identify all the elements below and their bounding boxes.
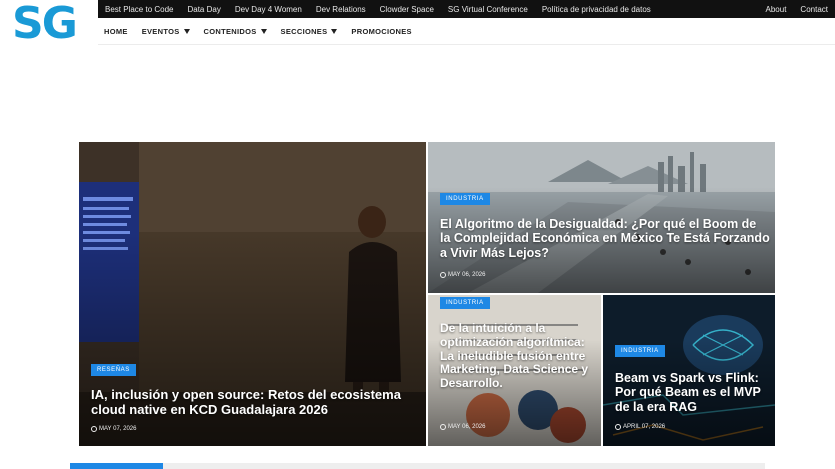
clock-icon bbox=[615, 424, 621, 430]
featured-post-2[interactable]: INDUSTRIA El Algoritmo de la Desigualdad… bbox=[428, 142, 775, 293]
post-date-text: APRIL 07, 2026 bbox=[623, 424, 666, 430]
post-title[interactable]: El Algoritmo de la Desigualdad: ¿Por qué… bbox=[440, 217, 770, 260]
category-badge[interactable]: INDUSTRIA bbox=[615, 345, 665, 357]
category-badge[interactable]: INDUSTRIA bbox=[440, 193, 490, 205]
post-date: MAY 06, 2026 bbox=[440, 424, 485, 430]
chevron-down-icon bbox=[331, 29, 338, 34]
top-bar: Best Place to Code Data Day Dev Day 4 Wo… bbox=[98, 0, 835, 18]
nav-promociones-label: PROMOCIONES bbox=[351, 26, 412, 36]
clock-icon bbox=[91, 426, 97, 432]
toplink-contact[interactable]: Contact bbox=[793, 5, 835, 14]
section-tab-active[interactable] bbox=[70, 463, 163, 469]
post-title[interactable]: Beam vs Spark vs Flink: Por qué Beam es … bbox=[615, 371, 770, 414]
nav-contenidos[interactable]: CONTENIDOS bbox=[204, 27, 267, 36]
toplink-best-place-to-code[interactable]: Best Place to Code bbox=[98, 5, 180, 14]
featured-post-4[interactable]: INDUSTRIA Beam vs Spark vs Flink: Por qu… bbox=[603, 295, 775, 446]
toplink-dev-day-4-women[interactable]: Dev Day 4 Women bbox=[228, 5, 309, 14]
post-date-text: MAY 07, 2026 bbox=[99, 426, 137, 432]
toplink-data-day[interactable]: Data Day bbox=[180, 5, 227, 14]
section-tab-bar bbox=[70, 463, 765, 469]
nav-promociones[interactable]: PROMOCIONES bbox=[351, 27, 411, 36]
chevron-down-icon bbox=[260, 29, 267, 34]
post-date-text: MAY 06, 2026 bbox=[448, 272, 486, 278]
post-date: APRIL 07, 2026 bbox=[615, 424, 665, 430]
main-nav: HOME EVENTOS CONTENIDOS SECCIONES PROMOC… bbox=[98, 18, 835, 45]
post-date: MAY 07, 2026 bbox=[91, 426, 136, 432]
toplink-dev-relations[interactable]: Dev Relations bbox=[309, 5, 373, 14]
chevron-down-icon bbox=[183, 29, 190, 34]
clock-icon bbox=[440, 424, 446, 430]
toplink-privacy-policy[interactable]: Política de privacidad de datos bbox=[535, 5, 658, 14]
nav-secciones[interactable]: SECCIONES bbox=[281, 27, 338, 36]
post-title[interactable]: IA, inclusión y open source: Retos del e… bbox=[91, 387, 416, 418]
toplink-about[interactable]: About bbox=[759, 5, 794, 14]
nav-home-label: HOME bbox=[104, 26, 128, 36]
nav-secciones-label: SECCIONES bbox=[280, 26, 328, 36]
toplink-sg-virtual-conference[interactable]: SG Virtual Conference bbox=[441, 5, 535, 14]
nav-eventos[interactable]: EVENTOS bbox=[142, 27, 190, 36]
post-date: MAY 06, 2026 bbox=[440, 272, 485, 278]
post-date-text: MAY 06, 2026 bbox=[448, 424, 486, 430]
nav-home[interactable]: HOME bbox=[104, 27, 128, 36]
category-badge[interactable]: INDUSTRIA bbox=[440, 297, 490, 309]
post-title[interactable]: De la intuición a la optimización algorí… bbox=[440, 321, 598, 391]
site-logo[interactable]: SG bbox=[12, 2, 88, 46]
featured-post-1[interactable]: RESEÑAS IA, inclusión y open source: Ret… bbox=[79, 142, 426, 446]
toplink-clowder-space[interactable]: Clowder Space bbox=[373, 5, 441, 14]
clock-icon bbox=[440, 272, 446, 278]
page: SG Best Place to Code Data Day Dev Day 4… bbox=[0, 0, 835, 469]
category-badge[interactable]: RESEÑAS bbox=[91, 364, 136, 376]
featured-post-3[interactable]: INDUSTRIA De la intuición a la optimizac… bbox=[428, 295, 601, 446]
nav-contenidos-label: CONTENIDOS bbox=[203, 26, 257, 36]
nav-eventos-label: EVENTOS bbox=[141, 26, 180, 36]
